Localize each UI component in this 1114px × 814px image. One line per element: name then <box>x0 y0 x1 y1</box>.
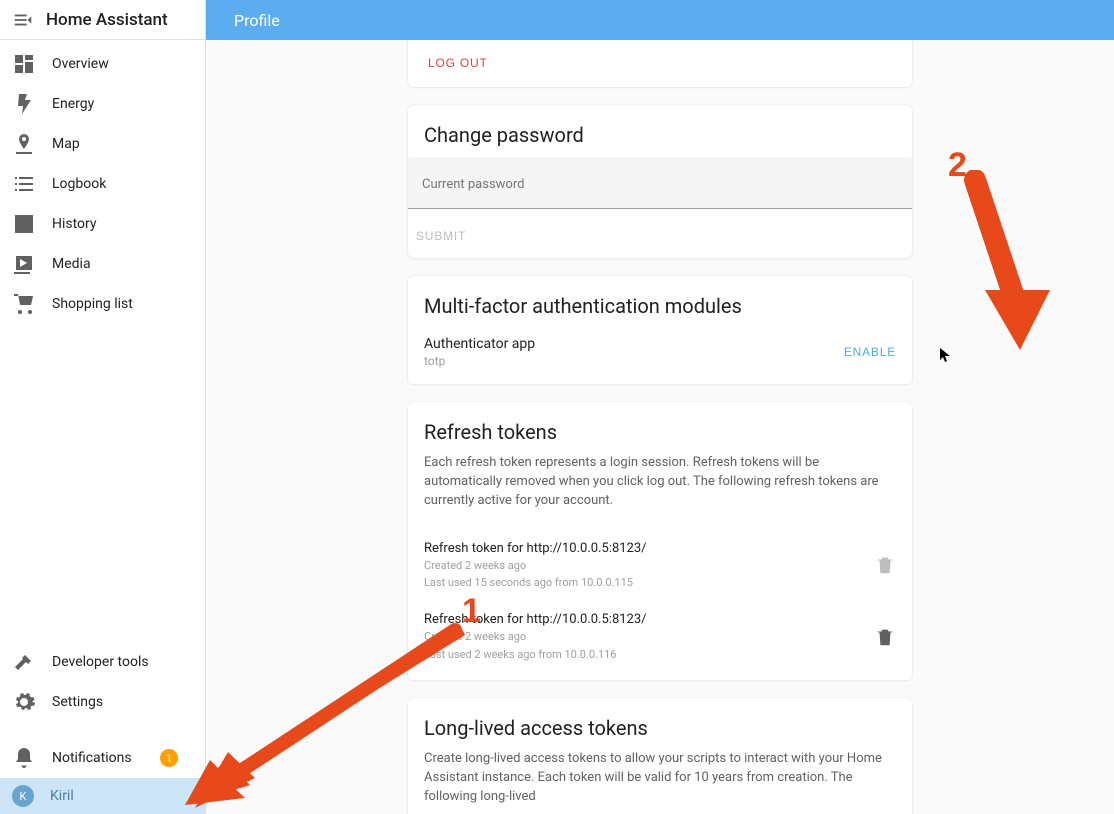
sidebar-item-label: Map <box>52 136 80 152</box>
current-password-field[interactable]: Current password <box>408 157 912 209</box>
token-created: Created 2 weeks ago <box>424 629 874 644</box>
token-title: Refresh token for http://10.0.0.5:8123/ <box>424 612 874 627</box>
sidebar-item-label: Overview <box>52 56 109 72</box>
current-password-label: Current password <box>422 177 524 192</box>
hammer-icon <box>12 650 36 674</box>
sidebar-bottom: Developer tools Settings Notifications 1… <box>0 642 205 814</box>
sidebar-item-label: History <box>52 216 97 232</box>
annotation-label-2: 2 <box>948 146 967 185</box>
token-title: Refresh token for http://10.0.0.5:8123/ <box>424 541 874 556</box>
bell-icon <box>12 746 36 770</box>
sidebar-item-settings[interactable]: Settings <box>0 682 205 722</box>
sidebar-item-logbook[interactable]: Logbook <box>0 164 205 204</box>
app-title: Home Assistant <box>46 10 168 30</box>
list-icon <box>12 172 36 196</box>
refresh-token-item: Refresh token for http://10.0.0.5:8123/ … <box>408 598 912 680</box>
long-lived-description: Create long-lived access tokens to allow… <box>424 750 896 807</box>
sidebar-item-energy[interactable]: Energy <box>0 84 205 124</box>
chart-icon <box>12 212 36 236</box>
token-created: Created 2 weeks ago <box>424 558 874 573</box>
token-last-used: Last used 2 weeks ago from 10.0.0.116 <box>424 647 874 662</box>
delete-token-icon[interactable] <box>874 626 896 648</box>
card-title: Change password <box>408 105 912 157</box>
mfa-enable-button[interactable]: ENABLE <box>844 345 896 359</box>
sidebar-item-label: Developer tools <box>52 654 149 670</box>
token-last-used: Last used 15 seconds ago from 10.0.0.115 <box>424 575 874 590</box>
sidebar-item-history[interactable]: History <box>0 204 205 244</box>
sidebar-item-media[interactable]: Media <box>0 244 205 284</box>
logout-button[interactable]: LOG OUT <box>428 56 488 70</box>
sidebar-item-overview[interactable]: Overview <box>0 44 205 84</box>
sidebar-item-label: Shopping list <box>52 296 133 312</box>
sidebar-item-label: Notifications <box>52 750 132 766</box>
menu-collapse-icon[interactable] <box>12 9 34 31</box>
annotation-label-1: 1 <box>462 592 481 631</box>
sidebar-item-notifications[interactable]: Notifications 1 <box>0 738 205 778</box>
refresh-tokens-card: Refresh tokens Each refresh token repres… <box>408 402 912 680</box>
refresh-tokens-description: Each refresh token represents a login se… <box>424 454 896 511</box>
map-icon <box>12 132 36 156</box>
notifications-badge: 1 <box>160 749 178 767</box>
sidebar-item-shopping[interactable]: Shopping list <box>0 284 205 324</box>
play-icon <box>12 252 36 276</box>
sidebar-item-devtools[interactable]: Developer tools <box>0 642 205 682</box>
delete-token-icon <box>874 554 896 576</box>
content[interactable]: LOG OUT Change password Current password… <box>206 40 1114 814</box>
card-title: Refresh tokens <box>408 402 912 454</box>
session-card: LOG OUT <box>408 40 912 87</box>
card-title: Long-lived access tokens <box>408 698 912 750</box>
refresh-token-item: Refresh token for http://10.0.0.5:8123/ … <box>408 527 912 599</box>
sidebar-nav: Overview Energy Map Logbook History Medi… <box>0 40 205 642</box>
long-lived-tokens-card: Long-lived access tokens Create long-liv… <box>408 698 912 814</box>
sidebar-item-map[interactable]: Map <box>0 124 205 164</box>
card-title: Multi-factor authentication modules <box>408 276 912 328</box>
user-name: Kiril <box>50 788 74 804</box>
page-title: Profile <box>234 11 280 30</box>
sidebar-item-label: Settings <box>52 694 103 710</box>
mfa-module-name: Authenticator app <box>424 336 844 352</box>
submit-button[interactable]: SUBMIT <box>416 229 466 243</box>
sidebar-item-label: Media <box>52 256 91 272</box>
user-avatar: K <box>12 785 34 807</box>
bolt-icon <box>12 92 36 116</box>
dashboard-icon <box>12 52 36 76</box>
mfa-card: Multi-factor authentication modules Auth… <box>408 276 912 384</box>
change-password-card: Change password Current password SUBMIT <box>408 105 912 258</box>
sidebar-item-label: Logbook <box>52 176 106 192</box>
sidebar: Home Assistant Overview Energy Map Logbo… <box>0 0 206 814</box>
cart-icon <box>12 292 36 316</box>
sidebar-header: Home Assistant <box>0 0 205 40</box>
gear-icon <box>12 690 36 714</box>
topbar: Profile <box>206 0 1114 40</box>
mfa-module-sub: totp <box>424 354 844 368</box>
sidebar-item-user[interactable]: K Kiril <box>0 778 205 814</box>
main: Profile LOG OUT Change password Current … <box>206 0 1114 814</box>
mouse-cursor-icon <box>940 348 952 364</box>
sidebar-item-label: Energy <box>52 96 94 112</box>
